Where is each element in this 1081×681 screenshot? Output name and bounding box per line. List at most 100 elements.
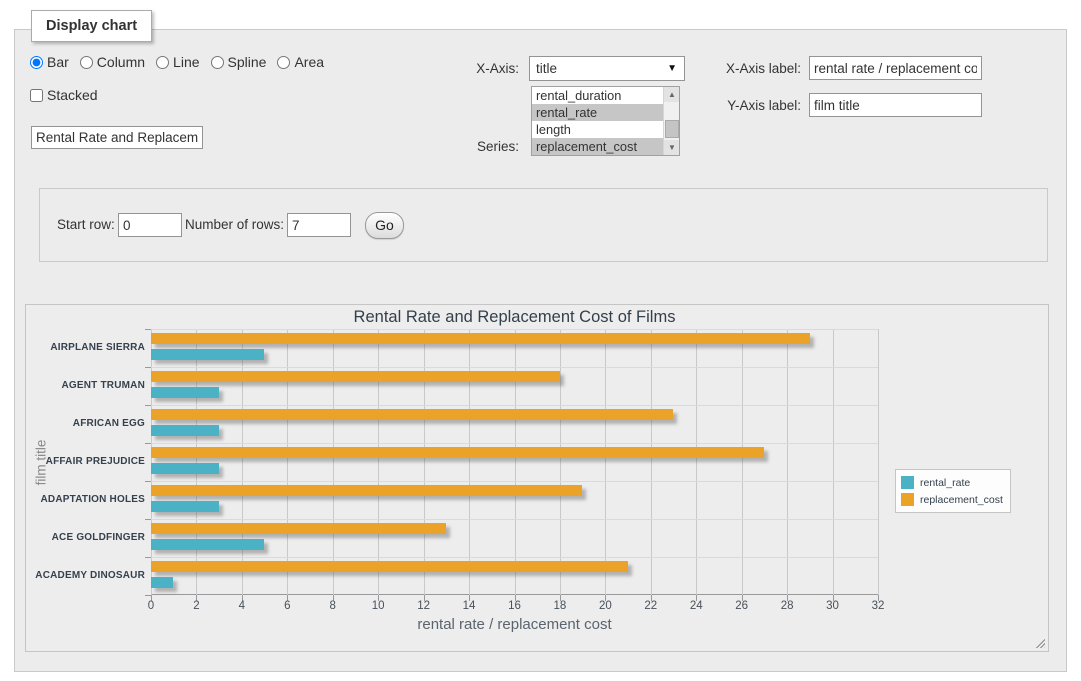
bar-replacement_cost: [151, 371, 560, 382]
grid-line-horizontal: [151, 367, 878, 368]
grid-line-vertical: [469, 329, 470, 595]
bar-replacement_cost: [151, 523, 446, 534]
bar-rental_rate: [151, 387, 219, 398]
scrollbar-thumb[interactable]: [665, 120, 679, 138]
x-axis-label-caption: X-Axis label:: [675, 61, 801, 76]
chart-type-radios: Bar Column Line Spline Area: [30, 54, 335, 70]
stacked-row: Stacked: [30, 87, 98, 103]
x-tick-label: 0: [136, 600, 166, 612]
grid-line-vertical: [605, 329, 606, 595]
x-tick-label: 12: [409, 600, 439, 612]
bar-replacement_cost: [151, 561, 628, 572]
grid-line-vertical: [560, 329, 561, 595]
y-axis-tick: [145, 367, 151, 368]
series-option-rental_duration[interactable]: rental_duration: [532, 87, 664, 104]
grid-line-vertical: [833, 329, 834, 595]
grid-line-vertical: [333, 329, 334, 595]
bar-radio[interactable]: [30, 56, 43, 69]
radio-option-column[interactable]: Column: [80, 54, 145, 70]
bar-rental_rate: [151, 425, 219, 436]
num-rows-label: Number of rows:: [185, 217, 284, 232]
y-axis-label-input[interactable]: [809, 93, 982, 117]
category-label: AIRPLANE SIERRA: [26, 342, 145, 353]
x-tick-label: 8: [318, 600, 348, 612]
category-label: ACE GOLDFINGER: [26, 532, 145, 543]
start-row-input[interactable]: [118, 213, 182, 237]
radio-option-bar[interactable]: Bar: [30, 54, 69, 70]
legend-label: rental_rate: [920, 477, 970, 489]
area-radio[interactable]: [277, 56, 290, 69]
x-tick-label: 2: [181, 600, 211, 612]
resize-handle-icon[interactable]: [1034, 637, 1045, 648]
x-tick-label: 26: [727, 600, 757, 612]
x-axis-label-input[interactable]: [809, 56, 982, 80]
legend-swatch: [901, 493, 914, 506]
series-listbox[interactable]: ▲ ▼ rental_durationrental_ratelengthrepl…: [531, 86, 680, 156]
radio-option-spline[interactable]: Spline: [211, 54, 267, 70]
x-axis-title: rental rate / replacement cost: [151, 616, 878, 633]
x-tick-label: 28: [772, 600, 802, 612]
num-rows-input[interactable]: [287, 213, 351, 237]
bar-replacement_cost: [151, 485, 582, 496]
grid-line-horizontal: [151, 443, 878, 444]
legend-swatch: [901, 476, 914, 489]
x-axis-select[interactable]: title ▼: [529, 56, 685, 81]
category-label: AGENT TRUMAN: [26, 380, 145, 391]
radio-option-area[interactable]: Area: [277, 54, 324, 70]
x-tick-label: 20: [590, 600, 620, 612]
grid-line-vertical: [787, 329, 788, 595]
go-button[interactable]: Go: [365, 212, 404, 239]
column-radio[interactable]: [80, 56, 93, 69]
x-axis-select-label: X-Axis:: [419, 61, 519, 76]
radio-option-line[interactable]: Line: [156, 54, 199, 70]
category-label: AFFAIR PREJUDICE: [26, 456, 145, 467]
spline-radio[interactable]: [211, 56, 224, 69]
chart-container: Rental Rate and Replacement Cost of Film…: [25, 304, 1049, 652]
x-tick-label: 18: [545, 600, 575, 612]
x-tick-label: 16: [500, 600, 530, 612]
bar-rental_rate: [151, 463, 219, 474]
category-label: AFRICAN EGG: [26, 418, 145, 429]
x-tick-label: 4: [227, 600, 257, 612]
series-option-rental_rate[interactable]: rental_rate: [532, 104, 664, 121]
bar-rental_rate: [151, 577, 173, 588]
x-tick-label: 32: [863, 600, 893, 612]
grid-line-vertical: [196, 329, 197, 595]
line-radio[interactable]: [156, 56, 169, 69]
y-axis-tick: [145, 481, 151, 482]
chart-title: Rental Rate and Replacement Cost of Film…: [151, 308, 878, 327]
series-option-length[interactable]: length: [532, 121, 664, 138]
plot-area: 02468101214161820222426283032AIRPLANE SI…: [151, 329, 878, 595]
y-axis-tick: [145, 443, 151, 444]
bar-replacement_cost: [151, 409, 673, 420]
legend-label: replacement_cost: [920, 494, 1003, 506]
series-option-replacement_cost[interactable]: replacement_cost: [532, 138, 664, 155]
grid-line-vertical: [742, 329, 743, 595]
chart-title-input[interactable]: [31, 126, 203, 149]
y-axis-tick: [145, 595, 151, 596]
x-tick-label: 22: [636, 600, 666, 612]
x-tick-label: 10: [363, 600, 393, 612]
bar-replacement_cost: [151, 333, 810, 344]
stacked-label[interactable]: Stacked: [30, 87, 98, 103]
x-tick-label: 6: [272, 600, 302, 612]
legend-entry: replacement_cost: [901, 491, 1003, 508]
category-label: ACADEMY DINOSAUR: [26, 570, 145, 581]
y-axis-label-caption: Y-Axis label:: [675, 98, 801, 113]
x-tick-label: 24: [681, 600, 711, 612]
x-axis-selected-value: title: [536, 61, 557, 76]
grid-line-vertical: [651, 329, 652, 595]
grid-line-vertical: [696, 329, 697, 595]
grid-line-horizontal: [151, 481, 878, 482]
grid-line-vertical: [378, 329, 379, 595]
grid-line-horizontal: [151, 329, 878, 330]
grid-line-vertical: [515, 329, 516, 595]
grid-line-vertical: [424, 329, 425, 595]
y-axis-tick: [145, 405, 151, 406]
stacked-checkbox[interactable]: [30, 89, 43, 102]
bar-rental_rate: [151, 349, 264, 360]
category-label: ADAPTATION HOLES: [26, 494, 145, 505]
grid-line-horizontal: [151, 405, 878, 406]
scroll-down-icon[interactable]: ▼: [664, 140, 680, 155]
bar-rental_rate: [151, 539, 264, 550]
